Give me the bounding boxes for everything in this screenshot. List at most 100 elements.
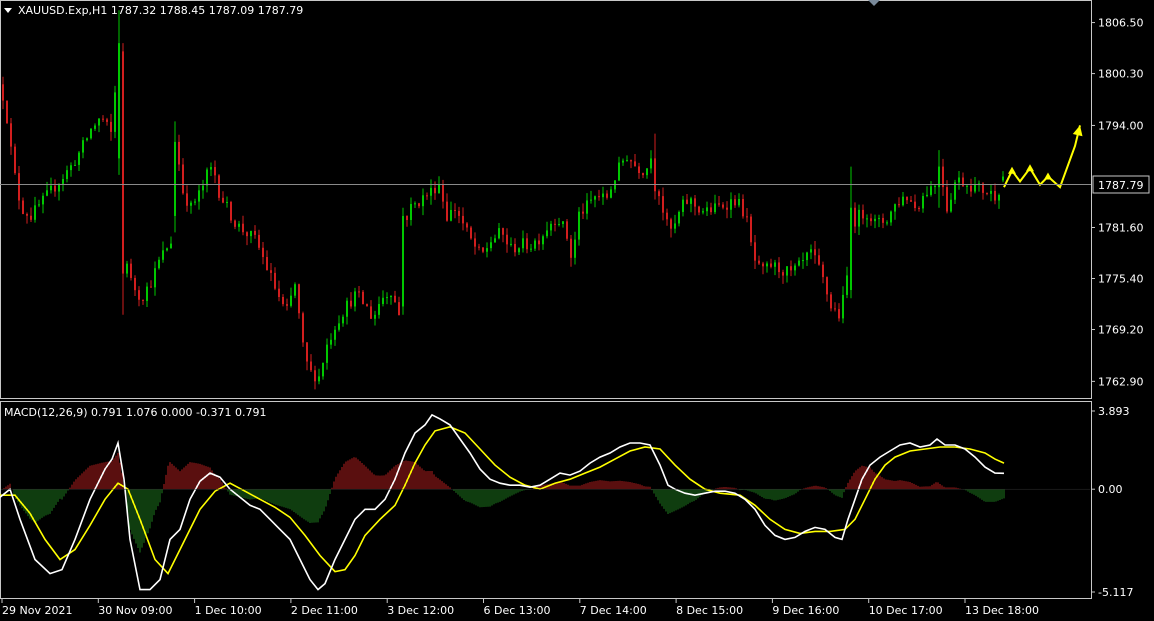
candle-body (570, 238, 572, 258)
candle-body (482, 247, 484, 252)
candle-body (402, 215, 404, 307)
candle-body (742, 198, 744, 217)
candle-body (830, 294, 832, 309)
candle-body (222, 197, 224, 203)
candle-body (550, 223, 552, 231)
candle-body (618, 162, 620, 181)
candle-body (34, 205, 36, 220)
candle-body (498, 228, 500, 239)
candle-body (646, 168, 648, 176)
candle-body (134, 277, 136, 291)
candle-body (38, 204, 40, 206)
candle-body (2, 84, 4, 101)
price-tick-label: 1781.60 (1098, 221, 1144, 234)
candle-body (922, 196, 924, 209)
candle (566, 219, 568, 241)
candle-body (218, 175, 220, 198)
candle-body (342, 316, 344, 324)
candle-body (902, 196, 904, 206)
candle-body (630, 160, 632, 162)
candle-body (638, 166, 640, 174)
time-tick-label: 6 Dec 13:00 (484, 604, 551, 617)
macd-tick-label: -5.117 (1098, 586, 1133, 599)
candle-body (122, 51, 124, 274)
candle-body (62, 178, 64, 185)
candle-body (174, 141, 176, 216)
candle-body (170, 243, 172, 249)
candle-body (1002, 176, 1004, 181)
chart-background (0, 0, 1154, 621)
candle-body (206, 169, 208, 186)
candle (750, 213, 752, 247)
candle-body (410, 204, 412, 221)
candle-body (930, 186, 932, 195)
price-tick-label: 1762.90 (1098, 375, 1144, 388)
candle-body (710, 207, 712, 213)
candle-body (530, 248, 532, 250)
candle (230, 200, 232, 224)
candle-body (542, 236, 544, 245)
candle-body (578, 211, 580, 240)
candle-body (130, 263, 132, 278)
candle-body (738, 198, 740, 206)
candle (114, 85, 116, 139)
candle-body (882, 217, 884, 223)
candle-body (958, 177, 960, 183)
candle-body (382, 297, 384, 304)
time-tick-label: 3 Dec 12:00 (387, 604, 454, 617)
candle-body (418, 203, 420, 207)
candle-body (998, 194, 1000, 201)
candle-body (446, 201, 448, 221)
candle-body (390, 295, 392, 298)
candle-body (74, 164, 76, 166)
candle-body (470, 227, 472, 239)
candle-body (486, 248, 488, 252)
candle-body (358, 291, 360, 293)
candle-body (378, 303, 380, 315)
candle-body (602, 193, 604, 198)
candle-body (286, 304, 288, 306)
candle-body (190, 202, 192, 206)
candle-body (986, 192, 988, 194)
candle-body (186, 193, 188, 206)
candle-body (234, 220, 236, 227)
candle-body (854, 207, 856, 227)
candle-body (250, 230, 252, 237)
candle-body (346, 300, 348, 317)
candle-body (778, 262, 780, 273)
candle-body (898, 204, 900, 206)
candle-body (490, 242, 492, 249)
candle-body (282, 296, 284, 305)
candle-body (66, 170, 68, 179)
candle-body (202, 185, 204, 191)
candle-body (914, 201, 916, 209)
trading-chart[interactable]: 1787.79 1806.50 1800.30 1794.00 1781.60 1775… (0, 0, 1154, 621)
candle-body (870, 218, 872, 222)
candle-body (178, 141, 180, 165)
candle-body (454, 209, 456, 211)
candle-body (858, 209, 860, 227)
candle-body (426, 195, 428, 197)
candle-body (566, 221, 568, 239)
candle-body (954, 182, 956, 200)
macd-info: MACD(12,26,9) 0.791 1.076 0.000 -0.371 0… (4, 406, 266, 419)
candle-body (874, 218, 876, 222)
candle-body (554, 223, 556, 225)
candle-body (338, 323, 340, 330)
candle-body (634, 161, 636, 167)
candle-body (662, 196, 664, 213)
candle-body (198, 190, 200, 202)
candle-body (950, 199, 952, 212)
candle-body (82, 140, 84, 153)
candle-body (826, 277, 828, 295)
candle-body (918, 208, 920, 210)
candle-body (722, 204, 724, 208)
candle-body (866, 218, 868, 220)
symbol-info: XAUUSD.Exp,H1 1787.32 1788.45 1787.09 17… (18, 4, 303, 17)
candle-body (626, 160, 628, 162)
candle-body (494, 238, 496, 243)
candle-body (138, 290, 140, 300)
candle-body (310, 361, 312, 371)
candle-body (594, 196, 596, 200)
time-tick-label: 9 Dec 16:00 (772, 604, 839, 617)
